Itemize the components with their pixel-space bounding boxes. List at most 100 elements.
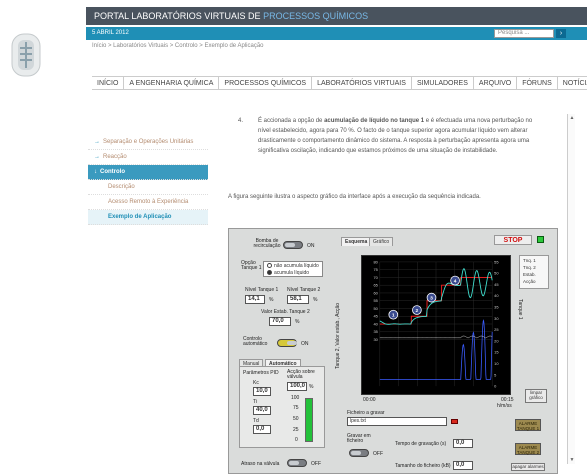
tab-grafico[interactable]: Gráfico	[369, 237, 394, 246]
td-label: Td	[253, 418, 259, 424]
ytick-right: 50	[494, 271, 499, 276]
step-marker-label: 4	[454, 278, 457, 284]
main-nav: INÍCIO A ENGENHARIA QUÍMICA PROCESSOS QU…	[92, 76, 587, 90]
stop-button[interactable]: STOP	[494, 235, 532, 245]
chart-legend: Tnq. 1 Tnq. 2 Estab. Acção	[519, 255, 549, 289]
accao-unit: %	[309, 384, 314, 390]
ytick-right: 20	[494, 338, 499, 343]
sidebar-item-descricao[interactable]: Descrição	[88, 180, 208, 195]
nav-item-foruns[interactable]: FÓRUNS	[517, 77, 558, 89]
ytick-right: 0	[494, 384, 497, 389]
ytick-right: 40	[494, 293, 499, 298]
nav-item-engenharia-quimica[interactable]: A ENGENHARIA QUÍMICA	[124, 77, 220, 89]
accao-tank-gauge	[305, 398, 313, 442]
opcao-tanque-radio-group: não acumula líquido acumula líquido	[263, 261, 323, 277]
legend-accao: Acção	[523, 279, 536, 284]
nav-item-simuladores[interactable]: SIMULADORES	[412, 77, 474, 89]
bomba-label: Bomba de recirculação	[253, 238, 281, 249]
nivel1-label: Nível Tanque 1	[245, 287, 279, 293]
tank-scale-100: 100	[291, 395, 300, 401]
alarme-tanque1: ALARME TANQUE 1	[515, 419, 541, 431]
kc-label: Kc	[253, 380, 259, 386]
nav-item-noticias[interactable]: NOTÍCIAS	[558, 77, 587, 89]
nivel1-value: 14,1	[245, 295, 265, 304]
tank-scale-25: 25	[293, 427, 299, 433]
ytick-right: 45	[494, 282, 499, 287]
scroll-down-icon[interactable]: ▼	[568, 456, 576, 464]
list-item: 4. É accionada a opção de acumulação de …	[238, 116, 540, 156]
radio-checked-icon	[267, 270, 272, 276]
controlo-label: Controlo automático	[243, 336, 268, 347]
ytick-left: 55	[373, 298, 378, 303]
tank-scale-75: 75	[293, 405, 299, 411]
scrollbar[interactable]: ▲ ▼	[567, 114, 575, 464]
nav-item-arquivo[interactable]: ARQUIVO	[474, 77, 518, 89]
tank-scale-0: 0	[295, 437, 298, 443]
figure-caption: A figura seguinte ilustra o aspecto gráf…	[228, 194, 481, 200]
limpar-grafico-button[interactable]: limpar gráfico	[525, 389, 547, 403]
nav-item-laboratorios-virtuais[interactable]: LABORATÓRIOS VIRTUAIS	[312, 77, 412, 89]
step-marker-label: 2	[416, 308, 419, 314]
legend-tnq1: Tnq. 1	[523, 258, 536, 263]
radio-icon	[267, 263, 272, 269]
radio-nao-acumula[interactable]: não acumula líquido	[267, 263, 319, 269]
ytick-right: 10	[494, 361, 499, 366]
ytick-left: 75	[373, 267, 378, 272]
legend-tnq2: Tnq. 2	[523, 265, 536, 270]
alarme-tanque2: ALARME TANQUE 2	[515, 443, 541, 455]
left-column	[0, 0, 80, 474]
scroll-up-icon[interactable]: ▲	[568, 114, 576, 122]
accao-value: 100,0	[287, 382, 307, 391]
date-bar: 5 ABRIL 2012 Pesquisa ... ›	[86, 27, 587, 40]
sidebar-item-acesso-remoto[interactable]: Acesso Remoto à Experiência	[88, 195, 208, 210]
ytick-right: 55	[494, 259, 499, 264]
accao-label: Acção sobre válvula	[287, 369, 315, 380]
sidebar-item-separacao[interactable]: → Separação e Operações Unitárias	[88, 135, 208, 150]
ytick-right: 5	[494, 372, 497, 377]
arrow-down-icon: ↓	[94, 169, 97, 175]
atraso-off-label: OFF	[311, 461, 321, 467]
ficheiro-input[interactable]: lpes.txt	[347, 417, 447, 426]
list-item-text: É accionada a opção de acumulação de líq…	[258, 118, 533, 154]
radio-acumula[interactable]: acumula líquido	[267, 270, 309, 276]
gravar-off-label: OFF	[373, 451, 383, 457]
controlo-toggle[interactable]	[277, 339, 297, 347]
sidebar-item-reaccao[interactable]: → Reacção	[88, 150, 208, 165]
apagar-alarmes-button[interactable]: apagar alarmes	[511, 463, 545, 471]
nav-item-inicio[interactable]: INÍCIO	[92, 77, 125, 89]
sidebar-item-controlo[interactable]: ↓ Controlo	[88, 165, 208, 180]
valor-estab-label: Valor Estab. Tanque 2	[261, 309, 310, 315]
gravar-toggle[interactable]	[349, 449, 369, 457]
running-led	[537, 236, 544, 243]
tamanho-value: 0,0	[453, 461, 473, 470]
bomba-toggle[interactable]	[283, 241, 303, 249]
search-icon[interactable]: ›	[556, 29, 566, 38]
valor-estab-input[interactable]: 70,0	[269, 317, 291, 326]
ytick-left: 35	[373, 329, 378, 334]
ytick-left: 80	[373, 259, 378, 264]
xunit: h/m/ss	[497, 403, 512, 409]
labview-panel: Bomba de recirculação ON Opção Tanque 1 …	[228, 228, 558, 474]
portal-title: PORTAL LABORATÓRIOS VIRTUAIS DE PROCESSO…	[94, 11, 369, 21]
search-input[interactable]: Pesquisa ...	[494, 29, 554, 38]
nivel2-value: 58,1	[287, 295, 309, 304]
ytick-left: 65	[373, 283, 378, 288]
tempo-label: Tempo de gravação (s)	[395, 441, 447, 447]
kc-input[interactable]: 10,0	[253, 387, 271, 396]
ytick-left: 50	[373, 306, 378, 311]
current-date: 5 ABRIL 2012	[92, 30, 129, 36]
folder-icon[interactable]	[451, 419, 458, 424]
ti-label: Ti	[253, 399, 257, 405]
ytick-right: 15	[494, 350, 499, 355]
bomba-on-label: ON	[307, 243, 315, 249]
atraso-toggle[interactable]	[287, 459, 307, 467]
breadcrumb: Início > Laboratórios Virtuais > Control…	[92, 43, 264, 49]
ti-input[interactable]: 40,0	[253, 406, 271, 415]
td-input[interactable]: 0,0	[253, 425, 271, 434]
tab-esquema[interactable]: Esquema	[341, 237, 372, 246]
ytick-left: 40	[373, 321, 378, 326]
sidebar-item-exemplo-aplicacao[interactable]: Exemplo de Aplicação	[88, 210, 208, 225]
tank-scale-50: 50	[293, 416, 299, 422]
nav-item-processos-quimicos[interactable]: PROCESSOS QUÍMICOS	[219, 77, 313, 89]
ytick-left: 45	[373, 314, 378, 319]
